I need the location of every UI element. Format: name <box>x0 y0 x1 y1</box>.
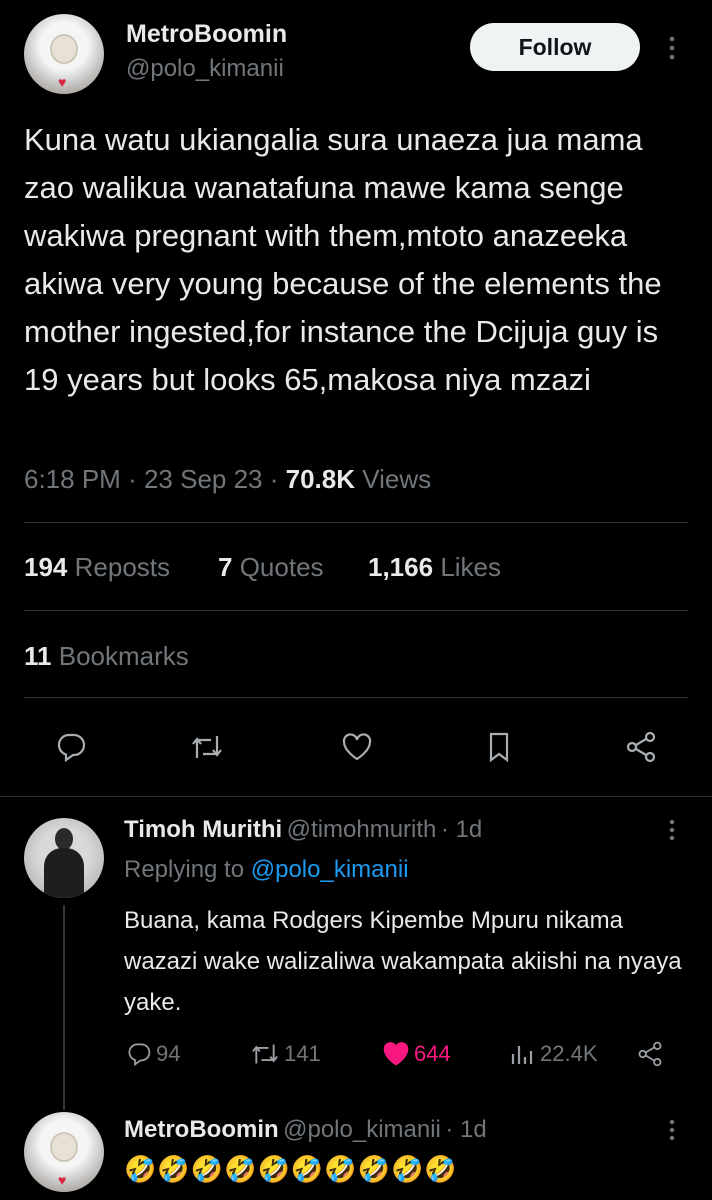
thread-line <box>63 905 65 1110</box>
divider <box>24 610 688 611</box>
author-handle[interactable]: @polo_kimanii <box>126 55 284 83</box>
reply-icon[interactable] <box>50 728 92 766</box>
divider <box>24 522 688 523</box>
views-count: 70.8K <box>285 464 356 494</box>
views-label: Views <box>362 464 432 494</box>
divider <box>0 796 712 797</box>
reply-author-handle[interactable]: @timohmurith <box>287 816 437 843</box>
quotes-count: 7 <box>218 552 233 582</box>
reply-age: · 1d <box>440 816 483 843</box>
second-reply-age: · 1d <box>445 1116 487 1143</box>
repost-icon <box>252 1044 278 1064</box>
reposts-stat[interactable]: 194 Reposts <box>24 552 170 583</box>
likes-count: 1,166 <box>368 552 434 582</box>
like-icon[interactable] <box>336 728 378 766</box>
repost-icon[interactable] <box>186 728 228 766</box>
reply-count: 94 <box>156 1041 181 1066</box>
bookmarks-count: 11 <box>24 641 52 671</box>
reply-header: Timoh Murithi @timohmurith · 1d <box>124 816 482 844</box>
tweet-time[interactable]: 6:18 PM <box>24 464 121 494</box>
quotes-stat[interactable]: 7 Quotes <box>218 552 324 583</box>
share-icon[interactable] <box>620 728 662 766</box>
tweet-text: Kuna watu ukiangalia sura unaeza jua mam… <box>24 122 662 397</box>
meta-separator: · <box>128 464 144 494</box>
replying-to-handle[interactable]: @polo_kimanii <box>251 856 409 883</box>
replying-to-label: Replying to <box>124 856 245 883</box>
reposts-label: Reposts <box>74 552 171 582</box>
more-options-icon[interactable] <box>662 30 682 66</box>
meta-separator: · <box>269 464 286 494</box>
avatar-head <box>55 828 73 850</box>
repost-count: 141 <box>284 1041 321 1066</box>
views-count: 22.4K <box>540 1041 598 1066</box>
second-reply-header: MetroBoomin @polo_kimanii · 1d <box>124 1116 487 1144</box>
second-reply-more-options-icon[interactable] <box>664 1115 680 1145</box>
reply-action-share[interactable] <box>636 1036 664 1072</box>
reply-author-name[interactable]: Timoh Murithi <box>124 816 282 843</box>
like-count: 644 <box>414 1041 451 1066</box>
reply-action-views[interactable]: 22.4K <box>510 1036 598 1072</box>
bookmarks-stat[interactable]: 11 Bookmarks <box>24 641 189 672</box>
quotes-label: Quotes <box>239 552 324 582</box>
reply-more-options-icon[interactable] <box>664 815 680 845</box>
tweet-meta: 6:18 PM · 23 Sep 23 · 70.8K Views <box>24 464 431 495</box>
follow-button[interactable]: Follow <box>470 23 640 71</box>
second-reply-avatar[interactable]: ♥ <box>24 1112 104 1192</box>
second-reply-author-handle[interactable]: @polo_kimanii <box>283 1116 441 1143</box>
avatar-suit <box>44 848 84 898</box>
reply-action-repost[interactable]: 141 <box>250 1036 321 1072</box>
liked-heart-icon <box>383 1042 409 1066</box>
bookmark-icon[interactable] <box>478 728 520 766</box>
second-reply-text: 🤣🤣🤣🤣🤣🤣🤣🤣🤣🤣 <box>124 1154 458 1184</box>
likes-stat[interactable]: 1,166 Likes <box>368 552 501 583</box>
tweet-date[interactable]: 23 Sep 23 <box>144 464 263 494</box>
share-icon <box>638 1041 662 1067</box>
second-reply-author-name[interactable]: MetroBoomin <box>124 1116 279 1143</box>
reply-action-reply[interactable]: 94 <box>126 1036 180 1072</box>
likes-label: Likes <box>440 552 502 582</box>
author-name[interactable]: MetroBoomin <box>126 20 287 49</box>
reply-action-like[interactable]: 644 <box>382 1036 451 1072</box>
reply-text: Buana, kama Rodgers Kipembe Mpuru nikama… <box>124 907 682 1016</box>
avatar-face <box>50 1132 78 1162</box>
avatar-face <box>50 34 78 64</box>
reply-icon <box>128 1043 151 1066</box>
divider <box>24 697 688 698</box>
bookmarks-label: Bookmarks <box>58 641 189 671</box>
replying-to: Replying to @polo_kimanii <box>124 856 409 884</box>
reposts-count: 194 <box>24 552 68 582</box>
author-avatar[interactable]: ♥ <box>24 14 104 94</box>
views-icon <box>511 1046 533 1064</box>
heart-icon: ♥ <box>58 1172 67 1188</box>
reply-author-avatar[interactable] <box>24 818 104 898</box>
heart-icon: ♥ <box>58 74 67 90</box>
